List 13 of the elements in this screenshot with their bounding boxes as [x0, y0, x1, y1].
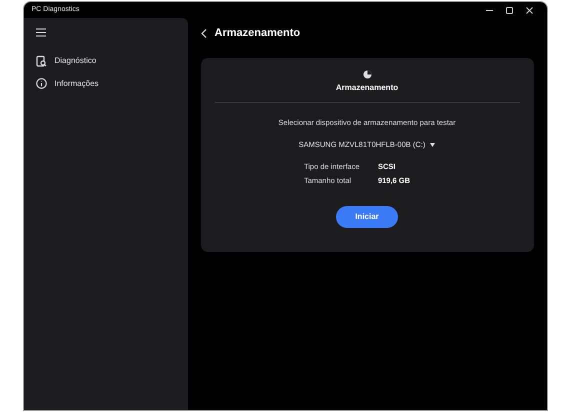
pie-chart-icon [362, 70, 372, 79]
maximize-icon[interactable] [506, 6, 512, 14]
page-title: Armazenamento [214, 26, 300, 41]
sidebar-item[interactable]: Informações [36, 72, 176, 95]
menu-icon[interactable] [36, 28, 46, 37]
close-icon[interactable] [526, 6, 532, 14]
clipboard-search-icon [36, 54, 46, 66]
sidebar-item[interactable]: Diagnóstico [36, 49, 176, 72]
caret-icon [430, 142, 436, 147]
info-icon [36, 78, 46, 89]
start-button[interactable]: Iniciar [336, 206, 398, 228]
card-title: Armazenamento [336, 82, 398, 94]
back-icon[interactable] [200, 28, 206, 38]
